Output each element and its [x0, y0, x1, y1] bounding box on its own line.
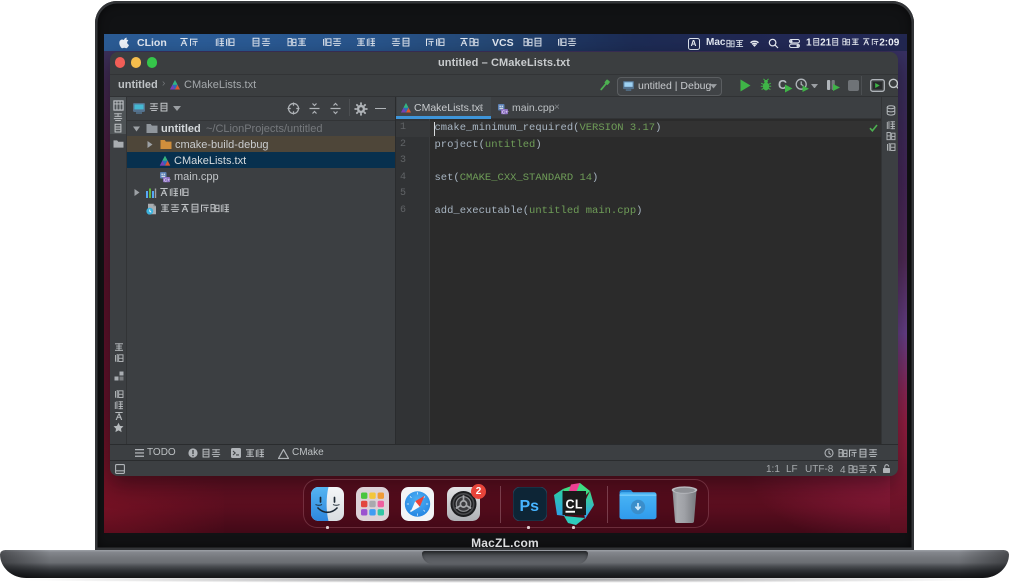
- svg-text:C++: C++: [164, 177, 171, 182]
- svg-text:Ps: Ps: [520, 498, 540, 515]
- svg-text:CL: CL: [566, 497, 583, 511]
- svg-text:C++: C++: [502, 109, 509, 114]
